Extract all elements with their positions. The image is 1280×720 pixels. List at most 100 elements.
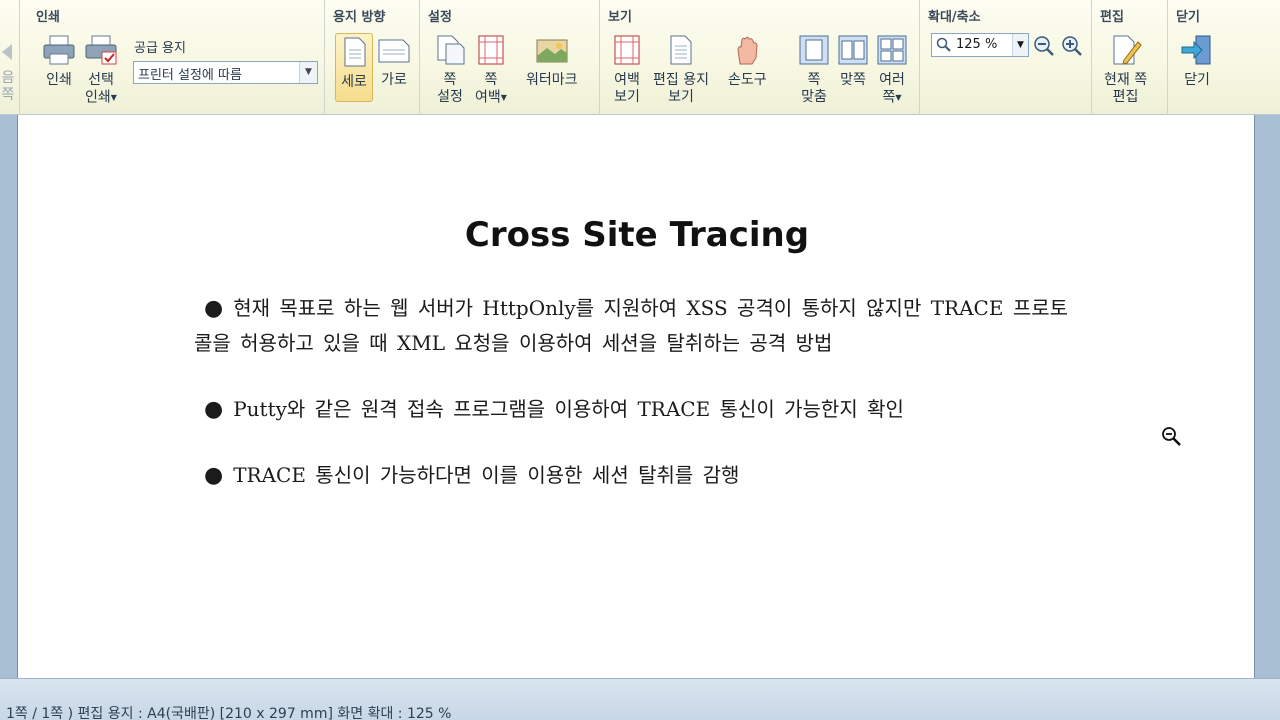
fit-page-label-2: 맞춤: [801, 89, 827, 105]
facing-pages-icon: [838, 35, 868, 65]
page-margin-label-2: 여백: [475, 89, 501, 106]
chevron-down-icon[interactable]: ▼: [1012, 34, 1028, 56]
close-label: 닫기: [1184, 72, 1210, 88]
watermark-label: 워터마크: [526, 72, 578, 88]
document-icon: [670, 35, 692, 65]
magnifier-icon: [936, 37, 951, 52]
list-item-text: 현재 목표로 하는 웹 서버가 HttpOnly를 지원하여 XSS 공격이 통…: [194, 296, 1069, 355]
ribbon-group-previous: 음 쪽: [0, 0, 20, 115]
portrait-button[interactable]: 세로: [335, 33, 373, 102]
previous-label-1: 음: [1, 70, 15, 86]
multi-page-button[interactable]: 여러 쪽▼: [876, 34, 908, 107]
chevron-down-icon: ▼: [110, 93, 117, 102]
arrow-left-icon: [2, 44, 12, 60]
page-setup-label-2: 설정: [437, 89, 463, 105]
landscape-label: 가로: [381, 72, 407, 88]
watermark-button[interactable]: 워터마크: [526, 34, 578, 89]
watermark-icon: [536, 39, 568, 63]
edit-current-label-1: 현재 쪽: [1104, 72, 1148, 88]
zoom-level-select[interactable]: 125 % ▼: [931, 33, 1029, 57]
document-page: Cross Site Tracing ● 현재 목표로 하는 웹 서버가 Http…: [17, 115, 1255, 678]
multi-page-label-1: 여러: [879, 72, 905, 88]
hand-icon: [737, 36, 758, 65]
chevron-down-icon[interactable]: ▼: [299, 62, 317, 83]
print-button[interactable]: 인쇄: [42, 34, 76, 89]
exit-door-icon: [1181, 35, 1211, 65]
group-title-print: 인쇄: [36, 10, 60, 25]
page-setup-button[interactable]: 쪽 설정: [434, 34, 466, 106]
bullet-icon: ●: [204, 463, 224, 488]
facing-pages-button[interactable]: 맞쪽: [837, 34, 869, 89]
list-item: ● 현재 목표로 하는 웹 서버가 HttpOnly를 지원하여 XSS 공격이 …: [194, 291, 1084, 361]
fit-page-label-1: 쪽: [807, 72, 821, 88]
margin-view-label-2: 보기: [614, 89, 640, 105]
group-title-zoom: 확대/축소: [928, 10, 981, 25]
chevron-down-icon: ▼: [500, 93, 507, 102]
margin-view-label-1: 여백: [614, 72, 640, 88]
portrait-label: 세로: [341, 74, 367, 90]
bullet-icon: ●: [204, 296, 224, 321]
group-title-edit: 편집: [1100, 10, 1124, 25]
chevron-down-icon: ▼: [895, 93, 902, 102]
paper-source-select[interactable]: 프린터 설정에 따름 ▼: [133, 61, 318, 84]
group-title-orientation: 용지 방향: [333, 10, 386, 25]
status-bar: 1쪽 / 1쪽 ) 편집 용지 : A4(국배판) [210 x 297 mm]…: [0, 678, 1280, 720]
paper-source-value: 프린터 설정에 따름: [138, 68, 242, 83]
previous-page-button[interactable]: 음 쪽: [0, 40, 18, 104]
facing-pages-label: 맞쪽: [840, 72, 866, 88]
select-print-button[interactable]: 선택 인쇄▼: [84, 34, 118, 107]
zoom-level-value: 125 %: [956, 37, 998, 52]
edit-current-page-button[interactable]: 현재 쪽 편집: [1104, 34, 1147, 106]
page-margin-button[interactable]: 쪽 여백▼: [475, 34, 507, 107]
portrait-page-icon: [344, 37, 366, 67]
ribbon-group-orientation: 용지 방향 세로 가로: [325, 0, 420, 115]
hand-tool-button[interactable]: 손도구: [728, 34, 767, 89]
select-print-label-1: 선택: [88, 72, 114, 88]
list-item-text: TRACE 통신이 가능하다면 이를 이용한 세션 탈취를 감행: [233, 463, 740, 487]
edit-paper-view-button[interactable]: 편집 용지 보기: [653, 34, 709, 106]
landscape-page-icon: [378, 39, 410, 63]
list-item-text: Putty와 같은 원격 접속 프로그램을 이용하여 TRACE 통신이 가능한…: [233, 397, 904, 421]
edit-page-icon: [1113, 35, 1142, 65]
edit-paper-view-label-2: 보기: [668, 89, 694, 105]
zoom-in-icon[interactable]: [1061, 35, 1083, 57]
preview-workspace[interactable]: Cross Site Tracing ● 현재 목표로 하는 웹 서버가 Http…: [0, 115, 1280, 678]
paper-source-label: 공급 용지: [134, 41, 186, 56]
group-title-close: 닫기: [1176, 10, 1200, 25]
zoom-out-icon[interactable]: [1033, 35, 1055, 57]
printer-check-icon: [85, 35, 117, 65]
page-title: Cross Site Tracing: [464, 215, 810, 255]
edit-current-label-2: 편집: [1112, 89, 1139, 105]
ribbon-group-edit: 편집 현재 쪽 편집: [1092, 0, 1168, 115]
zoom-cursor-icon: [1162, 427, 1181, 446]
close-preview-button[interactable]: 닫기: [1180, 34, 1214, 89]
status-text: 1쪽 / 1쪽 ) 편집 용지 : A4(국배판) [210 x 297 mm]…: [6, 706, 452, 720]
print-label: 인쇄: [46, 72, 72, 88]
page-margin-label-1: 쪽: [484, 72, 498, 88]
page-setup-label-1: 쪽: [443, 72, 457, 88]
ribbon-group-view: 보기 여백 보기 편집 용지 보기 손도구 쪽 맞춤 맞쪽 여러 쪽▼: [600, 0, 920, 115]
edit-paper-view-label-1: 편집 용지: [653, 72, 709, 88]
list-item: ● TRACE 통신이 가능하다면 이를 이용한 세션 탈취를 감행: [194, 458, 1084, 493]
previous-label-2: 쪽: [1, 87, 15, 103]
page-margin-icon: [478, 35, 504, 65]
fit-page-icon: [799, 35, 829, 65]
multi-page-label-2: 쪽: [882, 89, 896, 106]
group-title-view: 보기: [608, 10, 632, 25]
margin-view-icon: [614, 35, 640, 65]
landscape-button[interactable]: 가로: [377, 34, 411, 89]
page-setup-icon: [437, 35, 465, 65]
ribbon-group-zoom: 확대/축소 125 % ▼: [920, 0, 1092, 115]
multi-page-icon: [877, 35, 907, 65]
group-title-settings: 설정: [428, 10, 452, 25]
bullet-icon: ●: [204, 397, 224, 422]
fit-page-button[interactable]: 쪽 맞춤: [798, 34, 830, 106]
hand-tool-label: 손도구: [728, 72, 767, 88]
ribbon-group-print: 인쇄 인쇄 선택 인쇄▼ 공급 용지 프린터 설정에 따름 ▼: [28, 0, 325, 115]
ribbon-group-close: 닫기 닫기: [1168, 0, 1280, 115]
ribbon-toolbar: 음 쪽 인쇄 인쇄 선택 인쇄▼ 공급 용지 프린터 설정에 따름 ▼ 용지 방…: [0, 0, 1280, 115]
printer-icon: [43, 35, 75, 65]
margin-view-button[interactable]: 여백 보기: [612, 34, 642, 106]
select-print-label-2: 인쇄: [85, 89, 111, 106]
ribbon-group-settings: 설정 쪽 설정 쪽 여백▼ 워터마크: [420, 0, 600, 115]
